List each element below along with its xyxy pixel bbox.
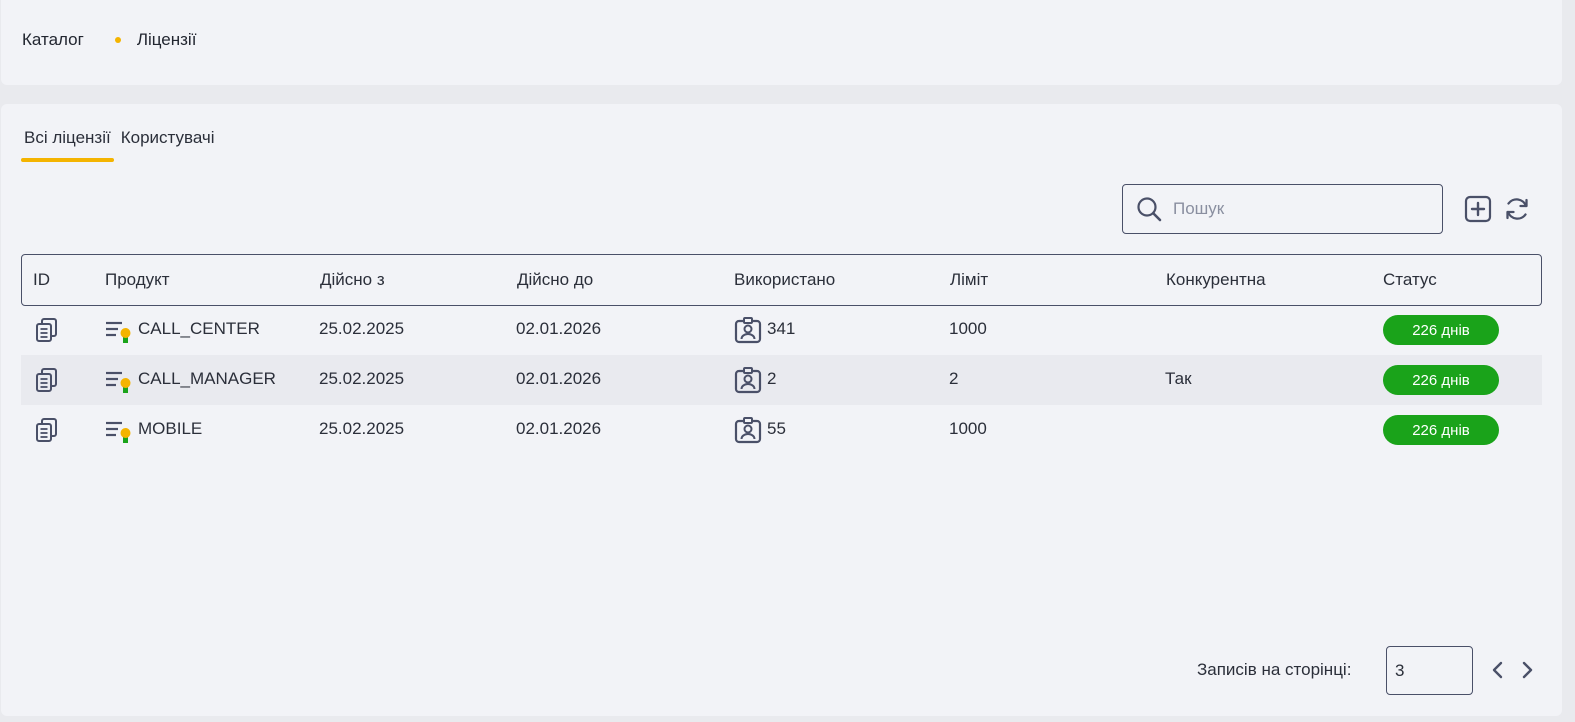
user-badge-icon [734,367,762,394]
column-header-concurrent[interactable]: Конкурентна [1166,270,1266,290]
top-bar: Каталог Ліцензії [1,0,1562,85]
valid-from: 25.02.2025 [319,369,405,388]
limit: 2 [949,369,959,388]
chevron-right-icon[interactable] [1517,660,1537,680]
tab-users[interactable]: Користувачі [118,128,218,162]
column-header-status[interactable]: Статус [1383,270,1437,290]
status-badge: 226 днів [1383,415,1499,445]
plus-square-icon[interactable] [1464,195,1492,223]
rows-per-page-label: Записів на сторінці: [1197,660,1352,679]
table-header: ID Продукт Дійсно з Дійсно до Використан… [21,254,1542,306]
column-header-used[interactable]: Використано [734,270,835,290]
license-product-icon [106,371,131,393]
valid-to: 02.01.2026 [516,319,602,338]
product-name: MOBILE [138,419,203,438]
used-count: 2 [767,369,777,388]
table-row[interactable]: CALL_MANAGER 25.02.2025 02.01.2026 2 2 Т… [21,355,1542,405]
licenses-panel: Всі ліцензії Користувачі ID Продукт Дійс… [1,104,1562,716]
status-badge: 226 днів [1383,365,1499,395]
breadcrumb-catalog[interactable]: Каталог [22,30,84,50]
search-box[interactable] [1122,184,1443,234]
column-header-valid-from[interactable]: Дійсно з [320,270,385,290]
column-header-id[interactable]: ID [33,270,50,290]
product-name: CALL_CENTER [138,319,260,338]
used-count: 55 [767,419,786,438]
chevron-left-icon[interactable] [1488,660,1508,680]
tabs: Всі ліцензії Користувачі [21,128,222,162]
copy-id-icon[interactable] [34,317,60,343]
column-header-product[interactable]: Продукт [105,270,170,290]
license-product-icon [106,321,131,343]
breadcrumb-licenses: Ліцензії [136,30,197,49]
valid-to: 02.01.2026 [516,369,602,388]
breadcrumb-separator-dot [114,37,121,43]
tab-all-licenses[interactable]: Всі ліцензії [21,128,114,162]
used-count: 341 [767,319,796,338]
concurrent: Так [1165,369,1192,388]
copy-id-icon[interactable] [34,367,60,393]
search-icon [1137,197,1162,222]
table-row[interactable]: MOBILE 25.02.2025 02.01.2026 55 1000 226… [21,405,1542,455]
column-header-valid-to[interactable]: Дійсно до [517,270,593,290]
valid-to: 02.01.2026 [516,419,602,438]
column-header-limit[interactable]: Ліміт [950,270,988,290]
copy-id-icon[interactable] [34,417,60,443]
product-name: CALL_MANAGER [138,369,276,388]
license-product-icon [106,421,131,443]
rows-per-page-input[interactable] [1386,646,1473,695]
valid-from: 25.02.2025 [319,419,405,438]
user-badge-icon [734,417,762,444]
valid-from: 25.02.2025 [319,319,405,338]
limit: 1000 [949,419,987,438]
user-badge-icon [734,317,762,344]
search-input[interactable] [1173,199,1423,219]
table-row[interactable]: CALL_CENTER 25.02.2025 02.01.2026 341 10… [21,305,1542,355]
breadcrumb: Каталог Ліцензії [22,30,196,50]
refresh-icon[interactable] [1503,195,1531,223]
limit: 1000 [949,319,987,338]
status-badge: 226 днів [1383,315,1499,345]
